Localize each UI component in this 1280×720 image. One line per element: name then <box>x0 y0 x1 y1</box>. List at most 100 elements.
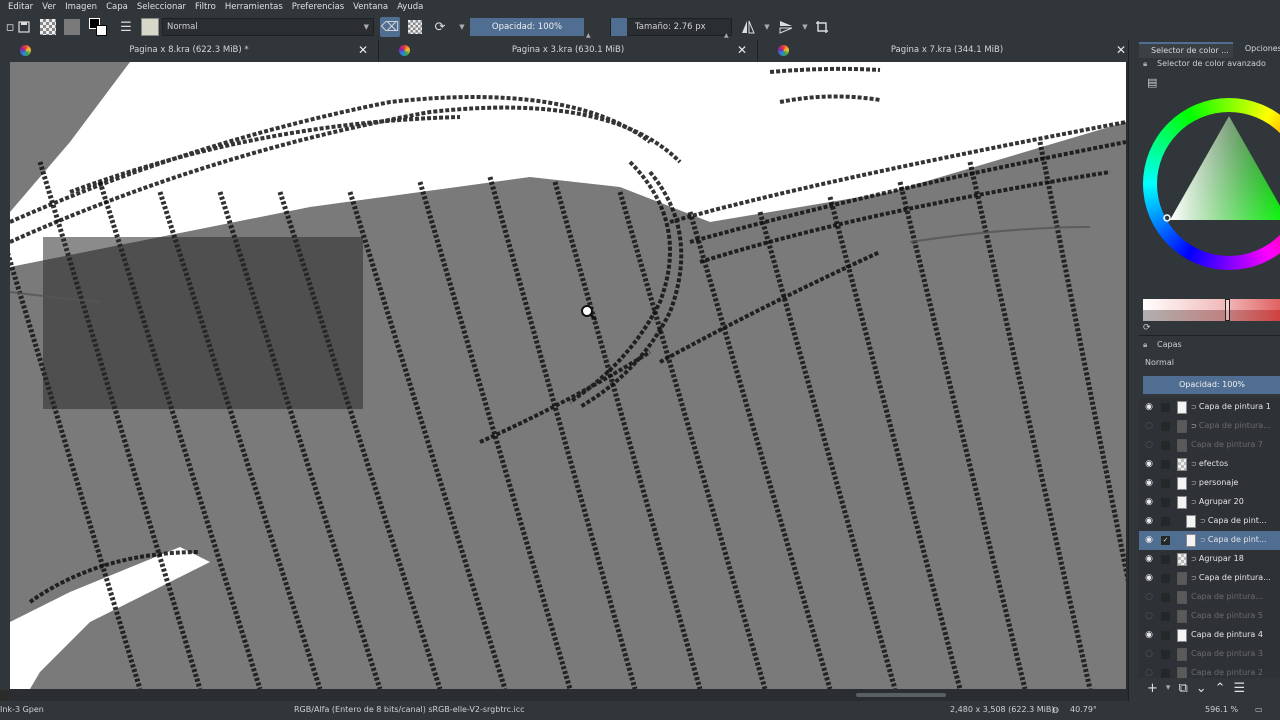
color-triangle[interactable] <box>1143 98 1280 270</box>
alpha-lock-icon[interactable] <box>405 17 425 37</box>
menu-item-editar[interactable]: Editar <box>8 2 33 12</box>
menu-item-filtro[interactable]: Filtro <box>195 2 216 12</box>
layer-checkbox[interactable] <box>1161 460 1170 469</box>
visibility-eye-icon[interactable]: ○ <box>1143 440 1155 451</box>
mirror-vertical-icon[interactable] <box>776 17 796 37</box>
layer-row[interactable]: ◉ ✓ Capa de pint... <box>1139 531 1280 550</box>
color-marker[interactable] <box>1225 299 1230 321</box>
layer-checkbox[interactable] <box>1161 479 1170 488</box>
brush-settings-icon[interactable]: ☰ <box>116 17 136 37</box>
layer-row[interactable]: ◉ Capa de pintura 4 <box>1139 626 1280 645</box>
save-icon[interactable] <box>14 17 34 37</box>
menu-item-herramientas[interactable]: Herramientas <box>225 2 283 12</box>
layer-checkbox[interactable] <box>1161 517 1170 526</box>
menu-item-capa[interactable]: Capa <box>106 2 128 12</box>
menu-item-seleccionar[interactable]: Seleccionar <box>137 2 186 12</box>
visibility-eye-icon[interactable]: ◉ <box>1143 459 1155 470</box>
eraser-mode-icon[interactable]: ⌫ <box>380 17 400 37</box>
menu-item-preferencias[interactable]: Preferencias <box>292 2 344 12</box>
blend-mode-select[interactable]: Normal ▼ <box>162 18 374 36</box>
layer-opacity-slider[interactable]: Opacidad: 100% <box>1143 376 1280 394</box>
layer-checkbox[interactable] <box>1161 669 1170 678</box>
visibility-eye-icon[interactable]: ○ <box>1143 592 1155 603</box>
wrap-around-icon[interactable] <box>812 17 832 37</box>
menu-item-ayuda[interactable]: Ayuda <box>397 2 423 12</box>
layer-row[interactable]: ○ Capa de pintura 7 <box>1139 436 1280 455</box>
visibility-eye-icon[interactable]: ◉ <box>1143 497 1155 508</box>
visibility-eye-icon[interactable]: ○ <box>1143 668 1155 678</box>
gradient-icon[interactable] <box>62 17 82 37</box>
layer-row[interactable]: ○ Capa de pintura... <box>1139 417 1280 436</box>
color-wheel[interactable] <box>1143 98 1280 270</box>
layer-checkbox[interactable] <box>1161 631 1170 640</box>
layer-row[interactable]: ○ Capa de pintura 2 <box>1139 664 1280 678</box>
layer-checkbox[interactable] <box>1161 593 1170 602</box>
layer-properties-icon[interactable]: ☰ <box>1234 681 1246 696</box>
layer-checkbox[interactable]: ✓ <box>1161 536 1170 545</box>
visibility-eye-icon[interactable]: ○ <box>1143 421 1155 432</box>
layer-checkbox[interactable] <box>1161 422 1170 431</box>
fg-bg-color-icon[interactable] <box>88 17 108 37</box>
layer-row[interactable]: ◉ personaje <box>1139 474 1280 493</box>
horizontal-scrollbar[interactable] <box>10 689 1126 701</box>
layer-checkbox[interactable] <box>1161 441 1170 450</box>
tab-document-3[interactable]: Pagina x 7.kra (344.1 MiB) ✕ <box>758 40 1137 62</box>
reload-menu-chevron-icon[interactable]: ▼ <box>452 17 472 37</box>
brush-preset-icon[interactable] <box>140 17 160 37</box>
layer-row[interactable]: ◉ Agrupar 20 <box>1139 493 1280 512</box>
zoom-slider-icon[interactable]: ▭ <box>1255 705 1263 714</box>
lock-icon[interactable]: 🔒︎ <box>1143 59 1147 69</box>
visibility-eye-icon[interactable]: ◉ <box>1143 573 1155 584</box>
drawing-canvas[interactable] <box>10 62 1126 689</box>
close-icon[interactable]: ✕ <box>1116 43 1126 57</box>
layer-blend-mode-select[interactable]: Normal <box>1143 355 1280 371</box>
duplicate-layer-icon[interactable]: ⧉ <box>1178 681 1187 696</box>
tab-document-2[interactable]: Pagina x 3.kra (630.1 MiB) ✕ <box>379 40 758 62</box>
tab-document-1[interactable]: Pagina x 8.kra (622.3 MiB) * ✕ <box>0 40 379 62</box>
layer-row[interactable]: ◉ efectos <box>1139 455 1280 474</box>
layer-row[interactable]: ○ Capa de pintura 3 <box>1139 645 1280 664</box>
rotation-icon[interactable]: ◍ <box>1052 705 1059 714</box>
zoom-level[interactable]: 596.1 % <box>1205 705 1238 714</box>
layer-checkbox[interactable] <box>1161 574 1170 583</box>
move-layer-up-icon[interactable]: ⌃ <box>1215 681 1226 696</box>
refresh-icon[interactable]: ⟳ <box>1143 323 1151 333</box>
color-settings-icon[interactable]: ▤ <box>1147 76 1157 89</box>
scrollbar-thumb[interactable] <box>856 693 946 697</box>
layer-row[interactable]: ◉ Agrupar 18 <box>1139 550 1280 569</box>
layer-row[interactable]: ○ Capa de pintura... <box>1139 588 1280 607</box>
layer-checkbox[interactable] <box>1161 498 1170 507</box>
layer-checkbox[interactable] <box>1161 555 1170 564</box>
layer-checkbox[interactable] <box>1161 612 1170 621</box>
visibility-eye-icon[interactable]: ◉ <box>1143 535 1155 546</box>
add-layer-chevron-icon[interactable]: ▾ <box>1166 683 1171 693</box>
add-layer-icon[interactable]: + <box>1147 681 1158 696</box>
layer-row[interactable]: ◉ Capa de pintura 1 <box>1139 398 1280 417</box>
menu-item-ver[interactable]: Ver <box>42 2 56 12</box>
tab-color-selector[interactable]: Selector de color ... <box>1139 42 1233 58</box>
tab-tool-options[interactable]: Opciones d <box>1233 42 1280 58</box>
layer-row[interactable]: ◉ Capa de pint... <box>1139 512 1280 531</box>
mirror-horizontal-icon[interactable] <box>738 17 758 37</box>
visibility-eye-icon[interactable]: ◉ <box>1143 554 1155 565</box>
size-slider[interactable]: Tamaño: 2.76 px <box>610 18 732 36</box>
fill-pattern-icon[interactable] <box>38 17 58 37</box>
layer-checkbox[interactable] <box>1161 403 1170 412</box>
lock-icon[interactable]: 🔒︎ <box>1143 340 1147 350</box>
visibility-eye-icon[interactable]: ◉ <box>1143 402 1155 413</box>
close-icon[interactable]: ✕ <box>358 43 368 57</box>
reload-preset-icon[interactable]: ⟳ <box>430 17 450 37</box>
layer-checkbox[interactable] <box>1161 650 1170 659</box>
mirror-h-chevron-icon[interactable]: ▼ <box>757 17 777 37</box>
visibility-eye-icon[interactable]: ○ <box>1143 649 1155 660</box>
menu-item-ventana[interactable]: Ventana <box>353 2 388 12</box>
layer-row[interactable]: ◉ Capa de pintura... <box>1139 569 1280 588</box>
menu-item-imagen[interactable]: Imagen <box>65 2 97 12</box>
close-icon[interactable]: ✕ <box>737 43 747 57</box>
visibility-eye-icon[interactable]: ◉ <box>1143 630 1155 641</box>
visibility-eye-icon[interactable]: ◉ <box>1143 516 1155 527</box>
color-history-bar[interactable] <box>1143 299 1280 321</box>
opacity-slider[interactable]: Opacidad: 100% <box>470 18 584 36</box>
layer-row[interactable]: ○ Capa de pintura 5 <box>1139 607 1280 626</box>
move-layer-down-icon[interactable]: ⌄ <box>1196 681 1207 696</box>
